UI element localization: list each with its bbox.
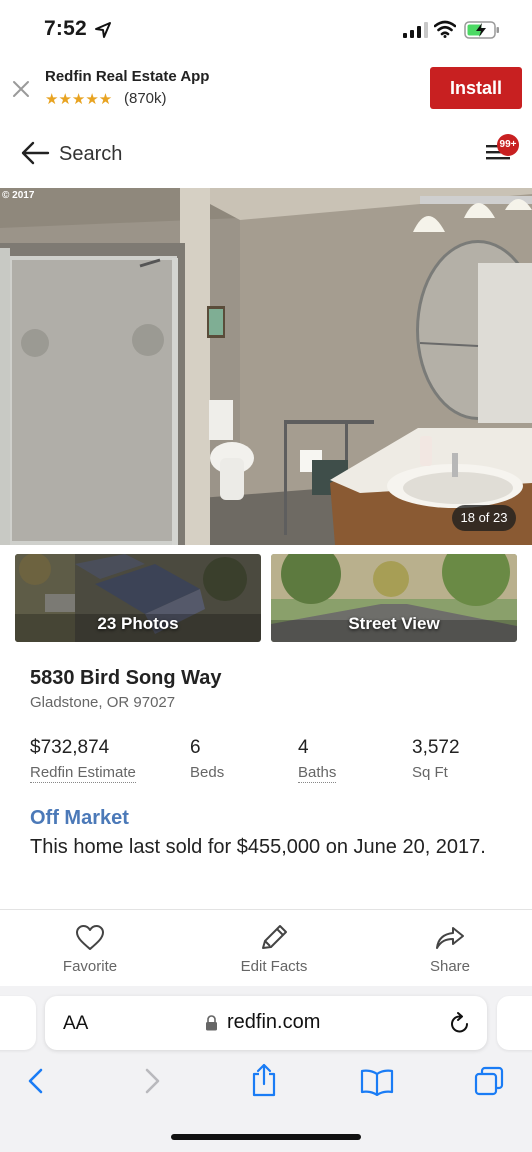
listing-status: Off Market [30,807,129,829]
stat-baths-value: 4 [298,737,309,758]
star-rating-icon: ★★★★★ [45,91,113,108]
status-time: 7:52 [44,17,87,40]
photos-tile-label: 23 Photos [97,614,179,633]
cellular-signal-icon [403,22,428,38]
listing-hero-photo[interactable]: © 2017 [0,188,532,545]
pencil-icon [262,925,287,949]
lock-icon [206,1015,217,1031]
battery-charging-icon [464,21,499,39]
stat-estimate-value: $732,874 [30,737,110,758]
stat-sqft-label: Sq Ft [412,764,448,781]
browser-toolbar: AA redfin.com [0,986,532,1152]
reload-icon[interactable] [449,1011,471,1035]
stat-baths-label[interactable]: Baths [298,764,337,783]
status-bar: 7:52 [0,0,532,60]
rating-count: (870k) [124,90,167,107]
stat-beds-label: Beds [190,764,225,781]
location-arrow-icon [95,22,111,38]
previous-tab-preview[interactable] [0,996,36,1050]
tabs-icon[interactable] [474,1066,504,1096]
bathroom-photo [0,188,532,545]
home-indicator [171,1134,361,1140]
heart-icon [76,925,104,950]
url-text: redfin.com [227,1011,321,1033]
back-to-search-link[interactable]: Search [59,143,122,166]
share-arrow-icon [436,927,464,949]
street-view-tile-label: Street View [348,614,440,633]
browser-share-icon[interactable] [250,1062,278,1098]
bookmarks-icon[interactable] [360,1068,394,1096]
banner-app-title: Redfin Real Estate App [45,68,210,85]
edit-facts-button[interactable]: Edit Facts [214,924,334,975]
share-button[interactable]: Share [390,924,510,975]
section-divider [0,909,532,910]
wifi-icon [434,20,456,38]
app-install-banner: Redfin Real Estate App ★★★★★ (870k) Inst… [0,60,532,124]
next-tab-preview[interactable] [497,996,532,1050]
share-label: Share [429,958,471,975]
close-icon[interactable] [10,78,32,100]
street-view-tile[interactable]: Street View [271,554,517,642]
back-arrow-icon[interactable] [20,140,50,166]
address-bar[interactable]: AA redfin.com [45,996,487,1050]
photos-tile[interactable]: 23 Photos [15,554,261,642]
stat-beds-value: 6 [190,737,201,758]
stat-estimate-label[interactable]: Redfin Estimate [30,764,136,783]
photo-counter-badge: 18 of 23 [452,505,516,531]
listing-city: Gladstone, OR 97027 [30,694,176,711]
listing-address: 5830 Bird Song Way [30,667,222,689]
browser-back-icon[interactable] [26,1066,46,1096]
stat-sqft-value: 3,572 [412,737,460,758]
browser-forward-icon[interactable] [142,1066,162,1096]
photo-copyright: © 2017 [2,190,35,201]
favorite-button[interactable]: Favorite [30,924,150,975]
reader-text-size-button[interactable]: AA [63,1013,88,1035]
notification-badge: 99+ [497,134,519,156]
favorite-label: Favorite [62,958,118,975]
last-sold-text: This home last sold for $455,000 on June… [30,836,486,858]
install-button[interactable]: Install [430,67,522,109]
edit-facts-label: Edit Facts [240,958,308,975]
top-nav: Search 99+ [0,124,532,188]
